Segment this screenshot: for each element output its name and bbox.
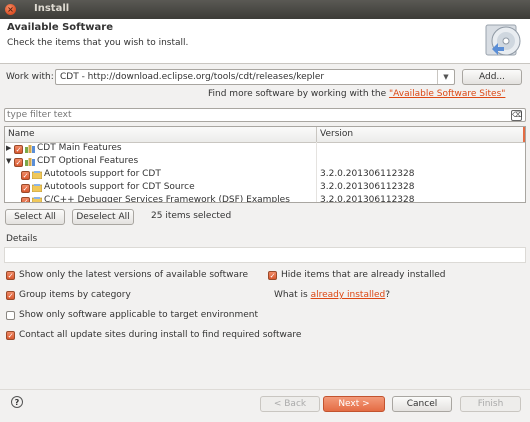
work-with-label: Work with: bbox=[6, 72, 54, 82]
applicable-only-label: Show only software applicable to target … bbox=[19, 310, 259, 320]
install-cd-icon bbox=[485, 24, 521, 56]
contact-sites-label: Contact all update sites during install … bbox=[19, 330, 302, 340]
software-tree[interactable]: Name Version ▶ ✓ CDT Main Features ▼ ✓ C… bbox=[4, 126, 526, 203]
window-title: Install bbox=[34, 3, 70, 14]
row-version: 3.2.0.201306112328 bbox=[320, 182, 415, 192]
row-checkbox[interactable]: ✓ bbox=[21, 197, 30, 202]
already-installed-link[interactable]: already installed bbox=[311, 290, 386, 300]
cancel-button[interactable]: Cancel bbox=[392, 396, 452, 412]
work-with-combo[interactable]: CDT - http://download.eclipse.org/tools/… bbox=[55, 69, 455, 85]
wizard-header: Available Software Check the items that … bbox=[0, 19, 530, 64]
what-is-installed-text: What is already installed? bbox=[274, 290, 390, 300]
tree-row[interactable]: ✓ C/C++ Debugger Services Framework (DSF… bbox=[5, 195, 525, 203]
tree-row[interactable]: ▼ ✓ CDT Optional Features bbox=[5, 156, 525, 169]
scrollbar-indicator bbox=[523, 127, 525, 142]
collapse-arrow-icon[interactable]: ▼ bbox=[6, 157, 11, 165]
hide-installed-checkbox[interactable]: ✓ bbox=[268, 271, 277, 280]
find-more-text: Find more software by working with the "… bbox=[208, 89, 505, 99]
latest-versions-label: Show only the latest versions of availab… bbox=[19, 270, 249, 280]
what-is-suffix: ? bbox=[385, 290, 391, 300]
row-version: 3.2.0.201306112328 bbox=[320, 195, 415, 203]
back-button[interactable]: < Back bbox=[260, 396, 320, 412]
plugin-feature-icon bbox=[32, 184, 42, 192]
row-checkbox[interactable]: ✓ bbox=[14, 158, 23, 167]
available-software-sites-link[interactable]: "Available Software Sites" bbox=[389, 89, 505, 99]
close-icon[interactable]: × bbox=[5, 4, 16, 15]
plugin-feature-icon bbox=[32, 171, 42, 179]
hide-installed-label: Hide items that are already installed bbox=[281, 270, 446, 280]
contact-sites-checkbox[interactable]: ✓ bbox=[6, 331, 15, 340]
row-name: Autotools support for CDT Source bbox=[44, 182, 195, 192]
window-titlebar: × Install bbox=[0, 0, 530, 19]
tree-row[interactable]: ▶ ✓ CDT Main Features bbox=[5, 143, 525, 156]
column-header-name[interactable]: Name bbox=[8, 129, 35, 139]
details-label: Details bbox=[6, 234, 38, 244]
filter-field[interactable]: ⌫ bbox=[4, 108, 526, 122]
expand-arrow-icon[interactable]: ▶ bbox=[6, 144, 11, 152]
page-title: Available Software bbox=[7, 22, 114, 33]
category-icon bbox=[25, 158, 35, 166]
clear-filter-icon[interactable]: ⌫ bbox=[511, 110, 522, 121]
column-divider bbox=[316, 127, 317, 142]
row-checkbox[interactable]: ✓ bbox=[14, 145, 23, 154]
row-name: Autotools support for CDT bbox=[44, 169, 161, 179]
details-area bbox=[4, 247, 526, 263]
tree-row[interactable]: ✓ Autotools support for CDT Source 3.2.0… bbox=[5, 182, 525, 195]
help-icon[interactable]: ? bbox=[11, 396, 23, 408]
row-name: CDT Main Features bbox=[37, 143, 122, 153]
applicable-only-checkbox[interactable] bbox=[6, 311, 15, 320]
find-more-prefix: Find more software by working with the bbox=[208, 89, 390, 99]
row-checkbox[interactable]: ✓ bbox=[21, 171, 30, 180]
tree-header: Name Version bbox=[5, 127, 525, 143]
latest-versions-checkbox[interactable]: ✓ bbox=[6, 271, 15, 280]
row-version: 3.2.0.201306112328 bbox=[320, 169, 415, 179]
select-all-button[interactable]: Select All bbox=[5, 209, 65, 225]
add-site-button[interactable]: Add... bbox=[462, 69, 522, 85]
row-name: C/C++ Debugger Services Framework (DSF) … bbox=[44, 195, 290, 203]
row-checkbox[interactable]: ✓ bbox=[21, 184, 30, 193]
footer-divider bbox=[0, 389, 530, 390]
chevron-down-icon[interactable]: ▼ bbox=[437, 70, 454, 84]
column-header-version[interactable]: Version bbox=[320, 129, 353, 139]
row-name: CDT Optional Features bbox=[37, 156, 139, 166]
selection-status: 25 items selected bbox=[151, 211, 232, 221]
category-icon bbox=[25, 145, 35, 153]
work-with-value: CDT - http://download.eclipse.org/tools/… bbox=[60, 72, 325, 82]
tree-row[interactable]: ✓ Autotools support for CDT 3.2.0.201306… bbox=[5, 169, 525, 182]
deselect-all-button[interactable]: Deselect All bbox=[72, 209, 134, 225]
next-button[interactable]: Next > bbox=[323, 396, 385, 412]
page-subtitle: Check the items that you wish to install… bbox=[7, 38, 189, 48]
group-by-category-label: Group items by category bbox=[19, 290, 131, 300]
group-by-category-checkbox[interactable]: ✓ bbox=[6, 291, 15, 300]
plugin-feature-icon bbox=[32, 197, 42, 202]
what-is-prefix: What is bbox=[274, 290, 311, 300]
filter-input[interactable] bbox=[7, 109, 507, 121]
finish-button[interactable]: Finish bbox=[460, 396, 521, 412]
